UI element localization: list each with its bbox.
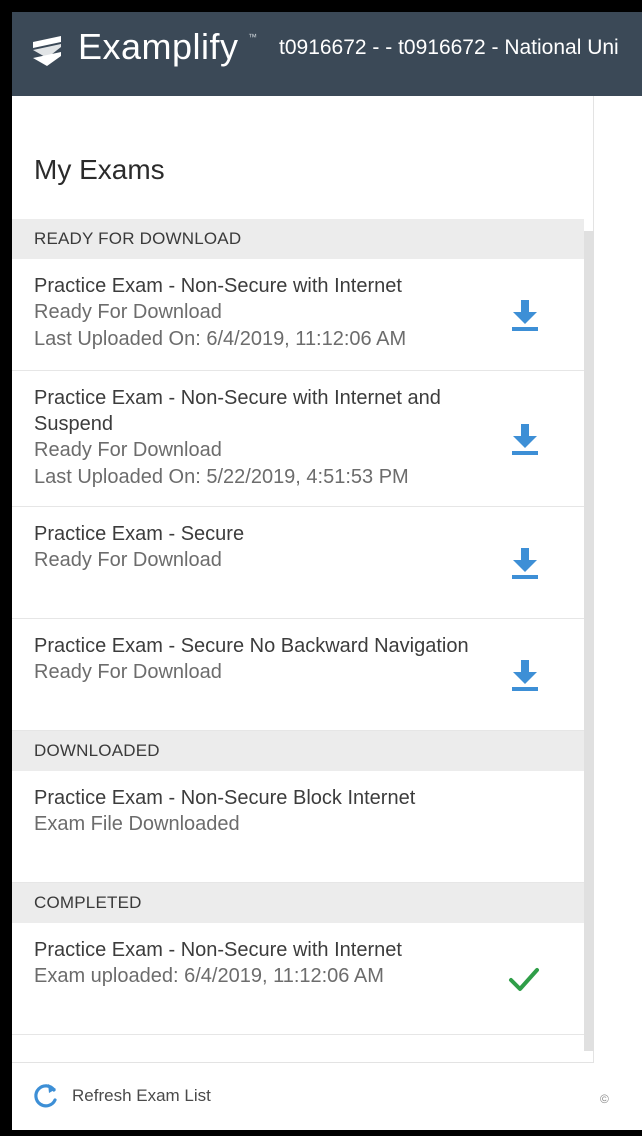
exam-status: Ready For Download: [34, 661, 222, 683]
exam-list-item[interactable]: Practice Exam - Secure No Backward Navig…: [12, 619, 584, 731]
exam-title: Practice Exam - Secure: [34, 523, 245, 545]
exam-list-panel: My Exams READY FOR DOWNLOAD Practice Exa…: [12, 96, 594, 1130]
refresh-exam-list-button[interactable]: Refresh Exam List: [30, 1081, 211, 1111]
exam-title: Practice Exam - Non-Secure with Internet: [34, 275, 402, 297]
refresh-label: Refresh Exam List: [72, 1086, 211, 1105]
exam-list-item[interactable]: Practice Exam - Non-Secure with Internet…: [12, 371, 584, 507]
exam-list-item[interactable]: Practice Exam - Non-Secure Block Interne…: [12, 771, 584, 883]
account-label: t0916672 - - t0916672 - National Uni: [279, 36, 619, 59]
exam-title: Practice Exam - Non-Secure Block Interne…: [34, 787, 416, 809]
download-icon[interactable]: [510, 658, 540, 692]
checkmark-icon: [509, 967, 539, 991]
exam-status: Ready For Download: [34, 549, 222, 571]
section-header-completed: COMPLETED: [12, 883, 584, 923]
exam-list-item[interactable]: Practice Exam - Non-Secure with Internet…: [12, 259, 584, 371]
exam-status: Exam uploaded: 6/4/2019, 11:12:06 AM: [34, 965, 384, 987]
exam-status: Exam File Downloaded: [34, 813, 240, 835]
exam-title: Practice Exam - Non-Secure with Internet…: [34, 387, 441, 435]
section-header-ready: READY FOR DOWNLOAD: [12, 219, 584, 259]
top-bar: Examplify ™ t0916672 - - t0916672 - Nati…: [12, 12, 642, 96]
exam-list: READY FOR DOWNLOAD Practice Exam - Non-S…: [12, 219, 584, 1035]
exam-list-item[interactable]: Practice Exam - Secure Ready For Downloa…: [12, 507, 584, 619]
exam-upload-date: Last Uploaded On: 6/4/2019, 11:12:06 AM: [34, 328, 407, 350]
exam-title: Practice Exam - Secure No Backward Navig…: [34, 635, 469, 657]
scrollbar[interactable]: [584, 231, 594, 1051]
detail-pane: [595, 96, 642, 1130]
panel-footer: Refresh Exam List: [12, 1062, 594, 1130]
refresh-icon: [34, 1084, 57, 1108]
trademark-mark: ™: [248, 32, 257, 42]
download-icon[interactable]: [510, 422, 540, 456]
download-icon[interactable]: [510, 546, 540, 580]
exam-list-item[interactable]: Practice Exam - Non-Secure with Internet…: [12, 923, 584, 1035]
examplify-logo-icon: [33, 36, 61, 66]
app-window: Examplify ™ t0916672 - - t0916672 - Nati…: [12, 12, 642, 1130]
exam-status: Ready For Download: [34, 439, 222, 461]
exam-status: Ready For Download: [34, 301, 222, 323]
copyright-glyph: ©: [600, 1092, 609, 1106]
exam-title: Practice Exam - Non-Secure with Internet: [34, 939, 402, 961]
download-icon[interactable]: [510, 298, 540, 332]
exam-upload-date: Last Uploaded On: 5/22/2019, 4:51:53 PM: [34, 466, 409, 488]
brand-name: Examplify: [78, 26, 239, 67]
section-header-downloaded: DOWNLOADED: [12, 731, 584, 771]
page-title: My Exams: [34, 154, 165, 185]
